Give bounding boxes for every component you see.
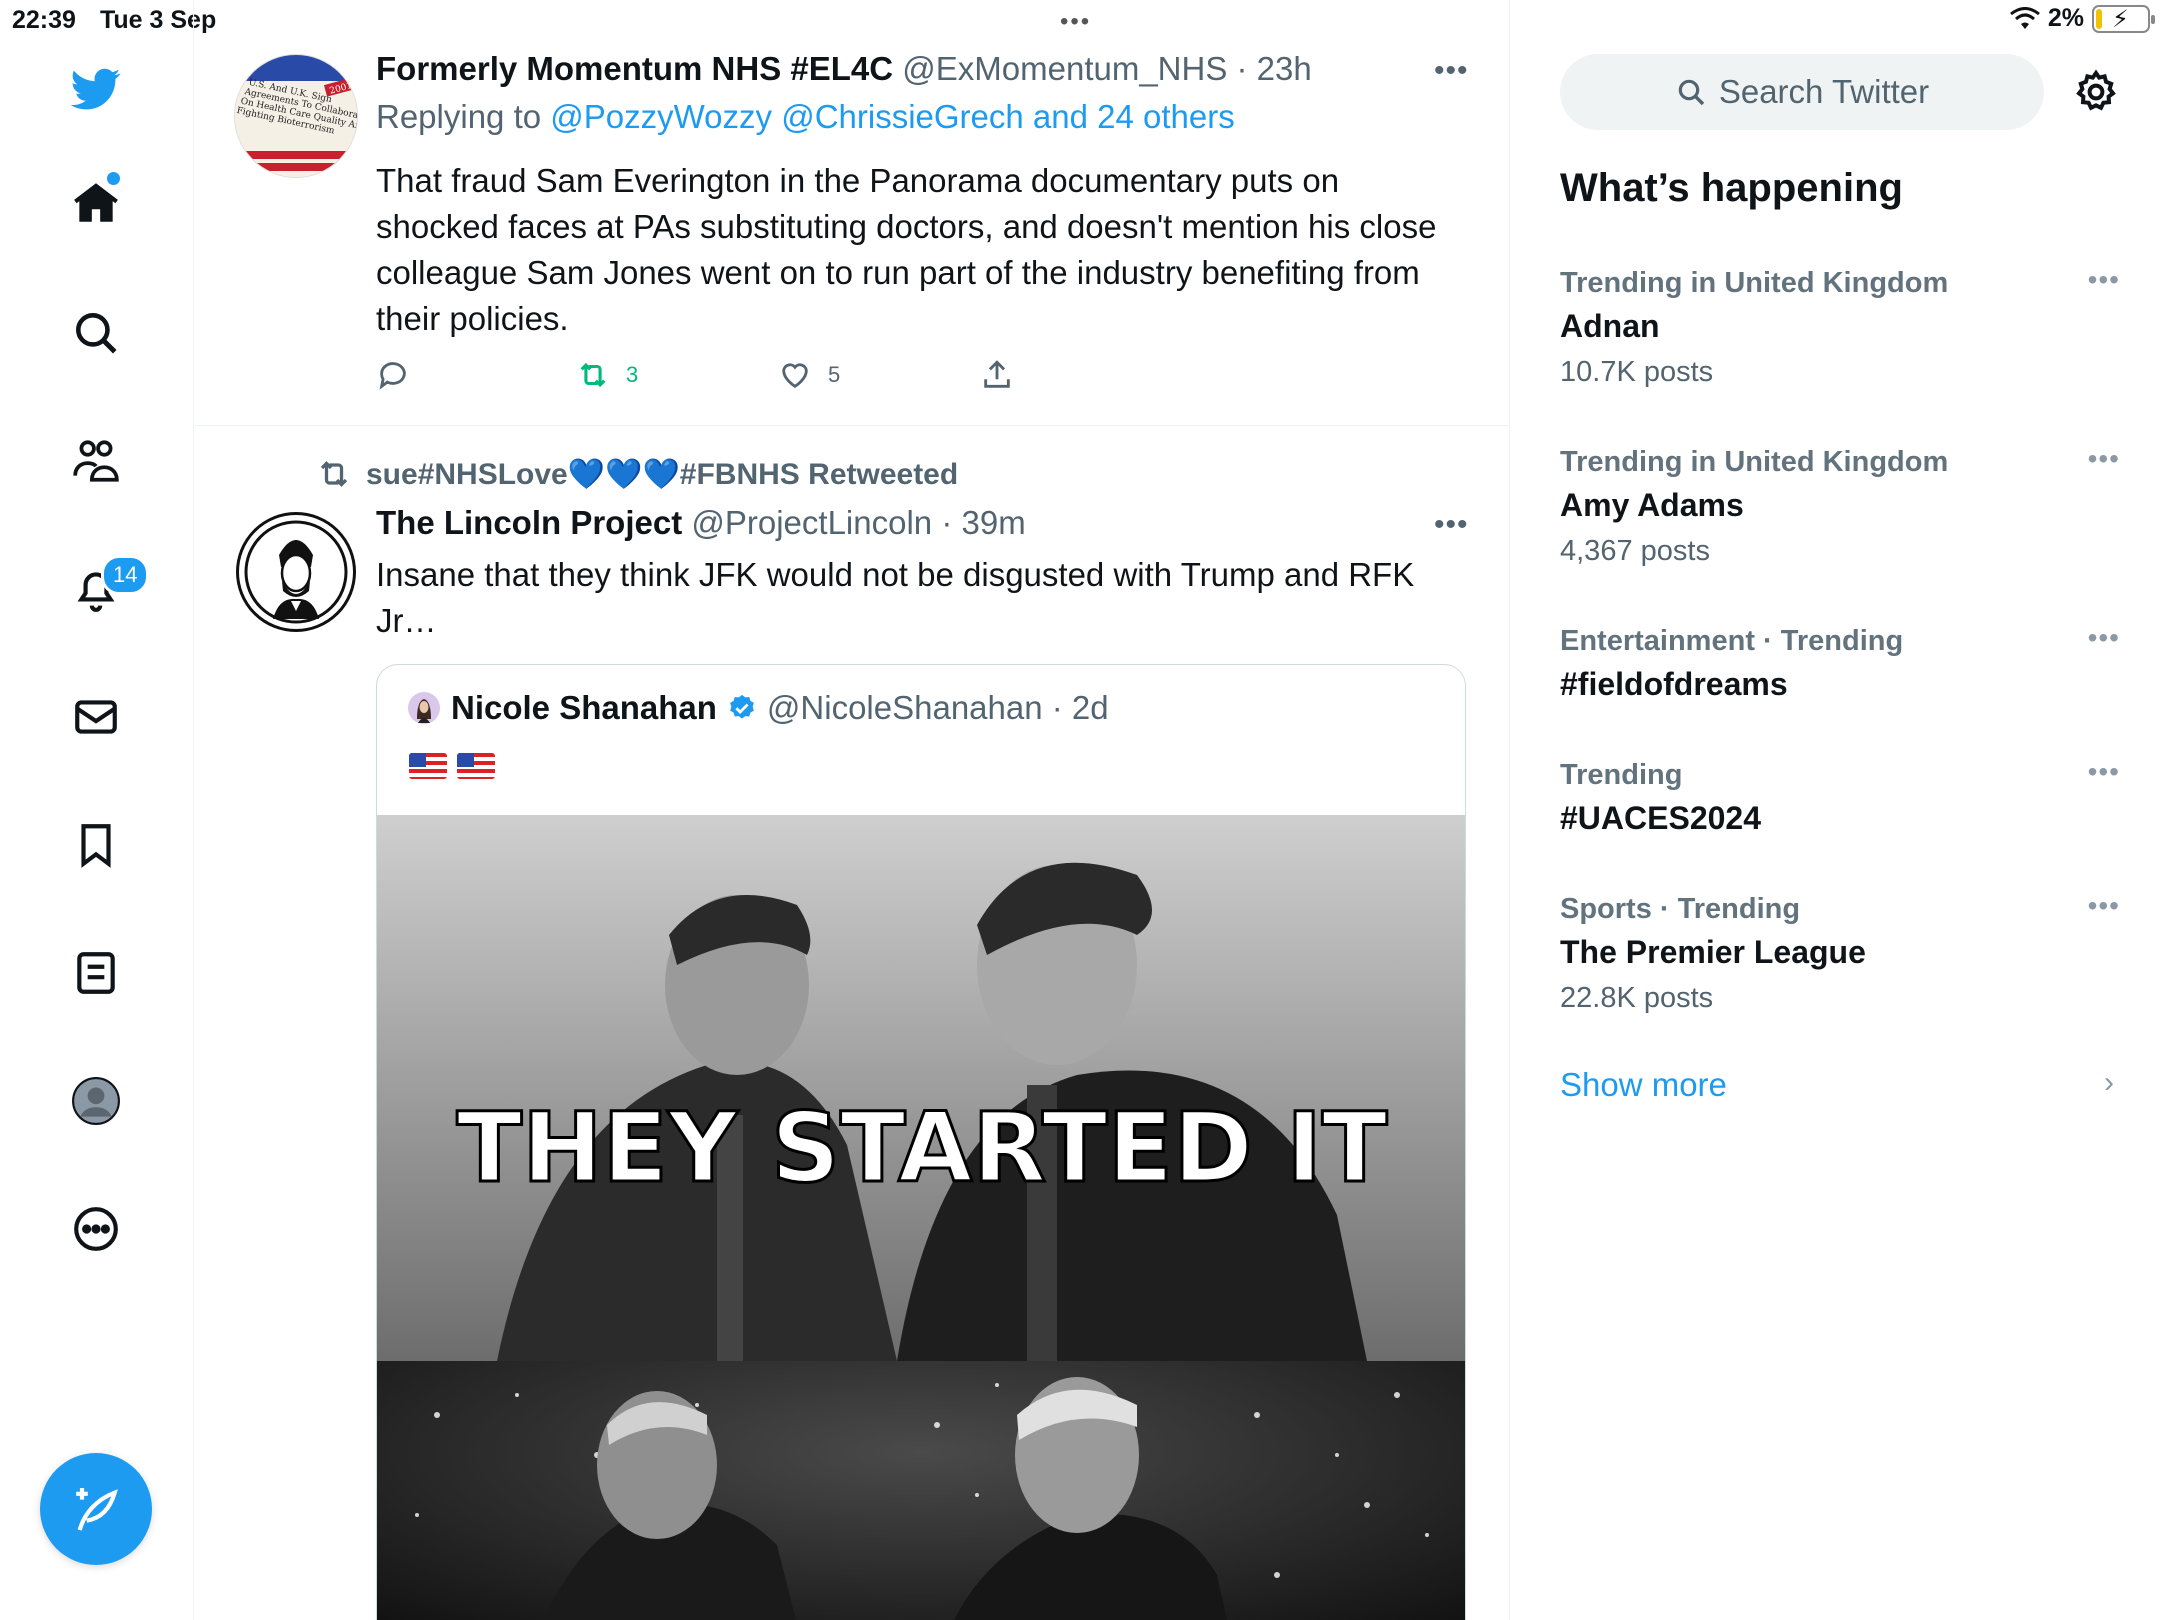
tweet-text: That fraud Sam Everington in the Panoram… — [376, 162, 1437, 337]
handle-time[interactable]: @ExMomentum_NHS · 23h — [902, 50, 1311, 87]
reply-targets-link[interactable]: @PozzyWozzy @ChrissieGrech and 24 others — [550, 98, 1234, 135]
search-icon[interactable] — [63, 300, 129, 366]
compose-icon — [76, 1488, 118, 1531]
author-name[interactable]: Formerly Momentum NHS #EL4C — [376, 50, 893, 87]
right-sidebar: Search Twitter What’s happening Trending… — [1510, 0, 2160, 1620]
tweet[interactable]: 2001 U.S. And U.K. Sign Agreements To Co… — [194, 40, 1509, 426]
trend-more-icon[interactable]: ••• — [2088, 622, 2120, 654]
left-nav: 14 — [0, 0, 194, 1620]
like-count: 5 — [828, 362, 841, 387]
quote-tweet[interactable]: Nicole Shanahan @NicoleShanahan · 2d THE… — [376, 664, 1466, 1620]
trend-more-icon[interactable]: ••• — [2088, 264, 2120, 296]
lists-icon[interactable] — [63, 940, 129, 1006]
trend-context: Trending in United Kingdom — [1560, 446, 1949, 478]
trend-topic: #UACES2024 — [1560, 800, 1761, 836]
avatar[interactable] — [407, 691, 441, 725]
whats-happening-title: What’s happening — [1560, 166, 1903, 210]
trend-count: 4,367 posts — [1560, 535, 1710, 567]
avatar[interactable] — [236, 512, 356, 632]
trend-item[interactable]: Sports · Trending The Premier League 22.… — [1560, 890, 2120, 1020]
trend-more-icon[interactable]: ••• — [2088, 443, 2120, 475]
tweet-actions: 3 5 — [376, 358, 1376, 398]
heart-icon — [782, 363, 808, 389]
trend-item[interactable]: Trending in United Kingdom Amy Adams 4,3… — [1560, 443, 2120, 573]
avatar[interactable]: 2001 U.S. And U.K. Sign Agreements To Co… — [234, 54, 358, 178]
tweet-header: The Lincoln Project @ProjectLincoln · 39… — [376, 504, 1026, 542]
image-caption: THEY STARTED IT — [457, 1092, 1388, 1204]
bookmarks-icon[interactable] — [63, 812, 129, 878]
tweet-more-icon[interactable]: ••• — [1434, 54, 1469, 88]
trend-count: 22.8K posts — [1560, 982, 1714, 1014]
like-button[interactable]: 5 — [778, 358, 840, 392]
retweet-button[interactable]: 3 — [576, 358, 638, 392]
verified-badge-icon — [730, 694, 754, 719]
messages-icon[interactable] — [63, 684, 129, 750]
timeline: 2001 U.S. And U.K. Sign Agreements To Co… — [194, 0, 1510, 1620]
notifications-badge: 14 — [101, 555, 150, 595]
tweet-header: Formerly Momentum NHS #EL4C @ExMomentum_… — [376, 50, 1312, 88]
home-unread-dot — [107, 172, 120, 185]
author-name[interactable]: The Lincoln Project — [376, 504, 682, 541]
trend-count: 10.7K posts — [1560, 356, 1714, 388]
flag-emojis — [409, 753, 495, 779]
more-icon[interactable] — [63, 1196, 129, 1262]
trend-topic: Adnan — [1560, 308, 1660, 344]
retweet-icon — [580, 362, 606, 388]
trend-context: Trending in United Kingdom — [1560, 267, 1949, 299]
trend-item[interactable]: Entertainment · Trending #fieldofdreams … — [1560, 622, 2120, 708]
show-more-link[interactable]: Show more — [1560, 1066, 1727, 1104]
trend-topic: Amy Adams — [1560, 487, 1744, 523]
trend-item[interactable]: Trending #UACES2024 ••• — [1560, 756, 2120, 842]
us-flag-icon — [409, 753, 447, 779]
search-placeholder: Search Twitter — [1718, 73, 1930, 110]
retweet-icon — [320, 461, 348, 487]
quote-image[interactable]: THEY STARTED IT — [377, 815, 1465, 1620]
handle-time[interactable]: @ProjectLincoln · 39m — [691, 504, 1025, 541]
profile-icon[interactable] — [63, 1068, 129, 1134]
reply-icon — [379, 362, 406, 390]
quote-author-name[interactable]: Nicole Shanahan — [451, 689, 717, 727]
trend-more-icon[interactable]: ••• — [2088, 756, 2120, 788]
share-icon — [984, 360, 1010, 388]
compose-button[interactable] — [40, 1453, 152, 1565]
trend-topic: The Premier League — [1560, 934, 1866, 970]
quote-header: Nicole Shanahan @NicoleShanahan · 2d — [407, 689, 1109, 727]
replying-to: Replying to @PozzyWozzy @ChrissieGrech a… — [376, 98, 1235, 136]
retweet-count: 3 — [626, 362, 639, 387]
search-icon — [1678, 79, 1705, 106]
search-input[interactable]: Search Twitter — [1560, 54, 2044, 130]
settings-gear-icon[interactable] — [2072, 68, 2120, 116]
retweeted-by-text[interactable]: sue#NHSLove💙💙💙#FBNHS Retweeted — [366, 457, 958, 492]
chevron-right-icon[interactable]: › — [2104, 1066, 2114, 1100]
communities-icon[interactable] — [63, 428, 129, 494]
trend-topic: #fieldofdreams — [1560, 666, 1788, 702]
twitter-bird-icon[interactable] — [63, 56, 129, 122]
trend-context: Entertainment · Trending — [1560, 625, 1904, 657]
trend-item[interactable]: Trending in United Kingdom Adnan 10.7K p… — [1560, 264, 2120, 394]
tweet-text: Insane that they think JFK would not be … — [376, 556, 1415, 639]
tweet-more-icon[interactable]: ••• — [1434, 508, 1469, 542]
trend-context: Sports · Trending — [1560, 893, 1801, 925]
us-flag-icon — [457, 753, 495, 779]
trend-context: Trending — [1560, 759, 1683, 791]
tweet[interactable]: sue#NHSLove💙💙💙#FBNHS Retweeted The Linco… — [194, 426, 1509, 1620]
share-button[interactable] — [980, 358, 1014, 392]
reply-prefix: Replying to — [376, 98, 551, 135]
trend-more-icon[interactable]: ••• — [2088, 890, 2120, 922]
quote-handle-time[interactable]: @NicoleShanahan · 2d — [767, 689, 1109, 727]
reply-button[interactable] — [376, 358, 410, 392]
retweeted-by: sue#NHSLove💙💙💙#FBNHS Retweeted — [316, 456, 958, 492]
